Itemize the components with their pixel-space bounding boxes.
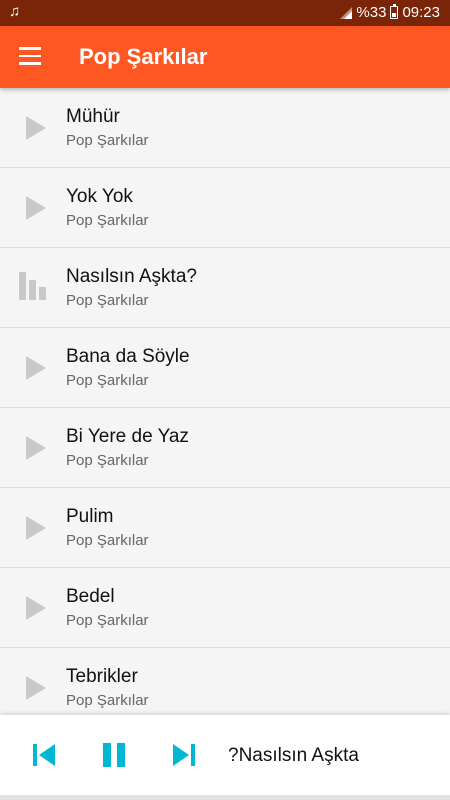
- song-artist: Pop Şarkılar: [66, 212, 149, 229]
- play-icon: [26, 436, 46, 460]
- song-artist: Pop Şarkılar: [66, 692, 149, 709]
- status-right: %33 09:23: [340, 4, 440, 21]
- clock: 09:23: [402, 4, 440, 21]
- song-row[interactable]: Nasılsın Aşkta? Pop Şarkılar: [0, 248, 450, 328]
- song-title: Pulim: [66, 506, 114, 527]
- song-artist: Pop Şarkılar: [66, 532, 149, 549]
- song-title: Yok Yok: [66, 186, 133, 207]
- song-artist: Pop Şarkılar: [66, 132, 149, 149]
- play-icon: [26, 196, 46, 220]
- song-row[interactable]: Pulim Pop Şarkılar: [0, 488, 450, 568]
- skip-previous-icon[interactable]: [32, 743, 56, 767]
- play-icon: [26, 356, 46, 380]
- song-title: Mühür: [66, 106, 120, 127]
- bottom-divider: [0, 795, 450, 800]
- song-row[interactable]: Yok Yok Pop Şarkılar: [0, 168, 450, 248]
- play-icon: [26, 116, 46, 140]
- battery-icon: [390, 4, 399, 19]
- song-artist: Pop Şarkılar: [66, 372, 149, 389]
- signal-icon: [340, 6, 353, 19]
- page-title: Pop Şarkılar: [79, 44, 208, 69]
- pause-icon[interactable]: [101, 742, 127, 768]
- app-bar: Pop Şarkılar: [0, 26, 450, 88]
- status-bar: ♫ %33 09:23: [0, 0, 450, 26]
- song-title: Nasılsın Aşkta?: [66, 266, 197, 287]
- song-artist: Pop Şarkılar: [66, 452, 149, 469]
- player-bar: ?Nasılsın Aşkta: [0, 715, 450, 795]
- song-title: Bedel: [66, 586, 115, 607]
- skip-next-icon[interactable]: [172, 743, 196, 767]
- song-row[interactable]: Bedel Pop Şarkılar: [0, 568, 450, 648]
- song-list: Mühür Pop Şarkılar Yok Yok Pop Şarkılar …: [0, 88, 450, 715]
- battery-percent: %33: [356, 4, 387, 21]
- song-row[interactable]: Tebrikler Pop Şarkılar: [0, 648, 450, 715]
- play-icon: [26, 516, 46, 540]
- music-note-icon: ♫: [9, 3, 21, 20]
- song-row[interactable]: Bana da Söyle Pop Şarkılar: [0, 328, 450, 408]
- song-row[interactable]: Mühür Pop Şarkılar: [0, 88, 450, 168]
- play-icon: [26, 676, 46, 700]
- play-icon: [26, 596, 46, 620]
- hamburger-menu-icon[interactable]: [19, 47, 41, 65]
- song-artist: Pop Şarkılar: [66, 612, 149, 629]
- equalizer-icon: [19, 272, 47, 300]
- song-artist: Pop Şarkılar: [66, 292, 149, 309]
- song-row[interactable]: Bi Yere de Yaz Pop Şarkılar: [0, 408, 450, 488]
- song-title: Bana da Söyle: [66, 346, 190, 367]
- song-title: Bi Yere de Yaz: [66, 426, 189, 447]
- song-title: Tebrikler: [66, 666, 138, 687]
- now-playing-title: ?Nasılsın Aşkta: [228, 745, 359, 766]
